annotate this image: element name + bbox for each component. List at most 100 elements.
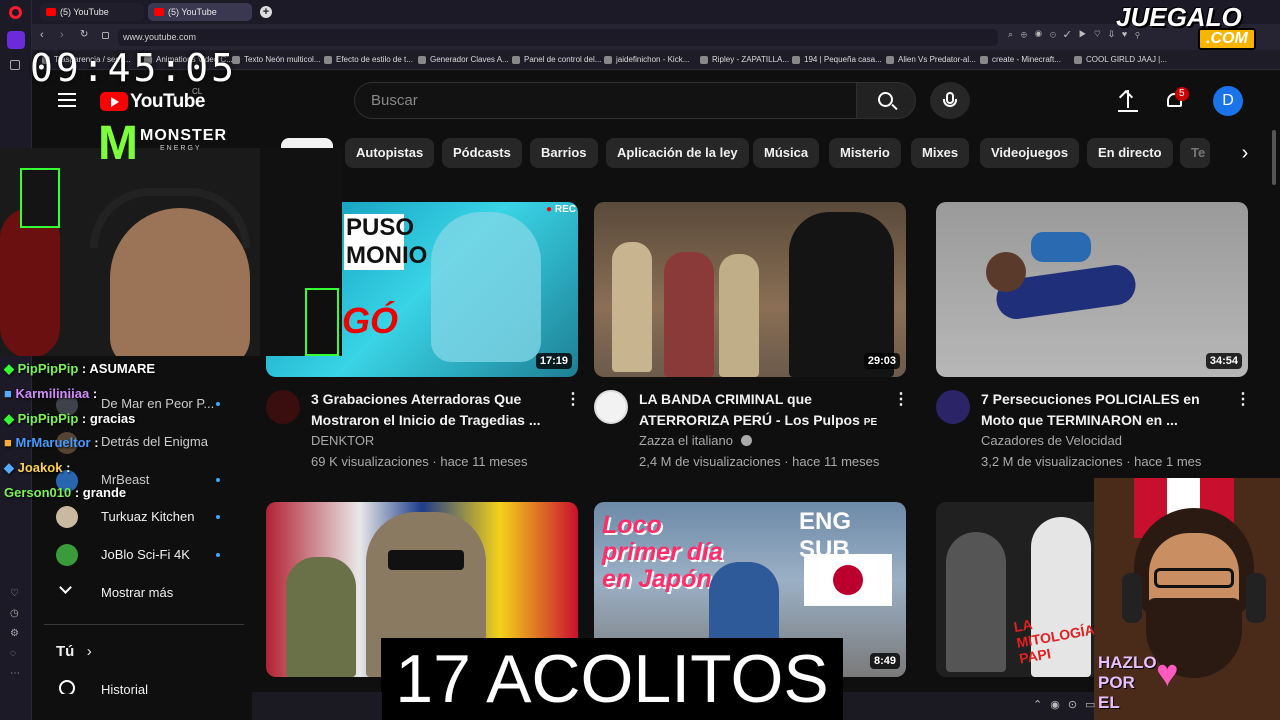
chip[interactable]: Autopistas bbox=[345, 138, 435, 168]
search-input[interactable]: Buscar bbox=[354, 82, 857, 119]
tab-title: (5) YouTube bbox=[60, 7, 109, 17]
lock-icon bbox=[102, 32, 109, 39]
streamer-avatar-art: HAZLO POR EL ♥ bbox=[1094, 478, 1280, 720]
forward-icon[interactable]: › bbox=[60, 29, 64, 41]
search-button[interactable] bbox=[856, 82, 916, 119]
chat-text: : bbox=[66, 460, 71, 475]
video-title[interactable]: LA BANDA CRIMINAL que ATERRORIZA PERÚ - … bbox=[639, 389, 889, 433]
video-channel[interactable]: Zazza el italiano bbox=[639, 433, 752, 448]
video-duration: 17:19 bbox=[535, 353, 572, 369]
more-options-icon[interactable]: ⋮ bbox=[893, 390, 909, 410]
bookmark[interactable]: Generador Claves A... bbox=[418, 53, 509, 67]
browser-tab[interactable]: (5) YouTube bbox=[40, 3, 144, 21]
avatar[interactable]: D bbox=[1213, 86, 1243, 116]
more-options-icon[interactable]: ⋮ bbox=[1235, 390, 1251, 410]
verified-icon bbox=[740, 435, 752, 446]
sidebar-item-history[interactable]: Historial bbox=[56, 680, 246, 694]
bookmark[interactable]: COOL GIRLD JAAJ |... bbox=[1074, 53, 1167, 67]
sidebar-item-label: Historial bbox=[101, 682, 148, 694]
video-thumbnail[interactable]: LA MITOLOGÍA PAPI bbox=[936, 502, 1096, 677]
lightbulb-icon[interactable]: ◌ bbox=[10, 648, 16, 659]
bookmark[interactable]: Panel de control del... bbox=[512, 53, 601, 67]
person-figure bbox=[1031, 232, 1091, 262]
video-channel[interactable]: DENKTOR bbox=[311, 433, 374, 448]
live-dot-icon bbox=[216, 515, 220, 519]
pin-icon[interactable] bbox=[10, 60, 20, 70]
video-title-tag: PE bbox=[863, 417, 878, 428]
rec-badge: ● REC bbox=[546, 204, 576, 215]
bookmark[interactable]: create - Minecraft... bbox=[980, 53, 1061, 67]
video-meta: 2,4 M de visualizaciones · hace 11 meses bbox=[639, 454, 880, 469]
workspace-icon[interactable] bbox=[7, 31, 25, 49]
video-title[interactable]: 7 Persecuciones POLICIALES en Moto que T… bbox=[981, 389, 1231, 431]
reload-icon[interactable]: ↻ bbox=[80, 29, 88, 40]
video-thumbnail[interactable]: 34:54 bbox=[936, 202, 1248, 377]
chip[interactable]: En directo bbox=[1087, 138, 1173, 168]
bookmark[interactable]: Alien Vs Predator-al... bbox=[886, 53, 976, 67]
new-tab-button[interactable]: + bbox=[260, 6, 272, 18]
chip[interactable]: Pódcasts bbox=[442, 138, 522, 168]
sidebar-item[interactable]: Turkuaz Kitchen bbox=[56, 505, 246, 529]
chip[interactable]: Videojuegos bbox=[980, 138, 1080, 168]
taskbar-strip bbox=[252, 692, 382, 720]
channel-avatar[interactable] bbox=[266, 390, 300, 424]
person-figure bbox=[719, 254, 759, 377]
chat-badge-icon: ■ bbox=[4, 386, 12, 401]
show-more-button[interactable]: Mostrar más bbox=[56, 581, 246, 605]
upload-button[interactable] bbox=[1118, 89, 1138, 112]
chip[interactable]: Te bbox=[1180, 138, 1210, 168]
video-meta: 3,2 M de visualizaciones · hace 1 mes bbox=[981, 454, 1202, 469]
channel-avatar bbox=[56, 544, 78, 566]
watermark-subtitle: .COM bbox=[1198, 28, 1256, 50]
back-icon[interactable]: ‹ bbox=[40, 29, 44, 41]
opera-logo-icon[interactable] bbox=[9, 6, 22, 19]
chat-user: Gerson010 bbox=[4, 485, 72, 500]
chip[interactable]: Música bbox=[753, 138, 820, 168]
channel-avatar bbox=[56, 506, 78, 528]
more-options-icon[interactable]: ⋮ bbox=[565, 390, 581, 410]
channel-avatar[interactable] bbox=[936, 390, 970, 424]
tab-strip: (5) YouTube (5) YouTube + bbox=[32, 0, 1280, 24]
chat-text: : grande bbox=[74, 485, 127, 500]
bookmark[interactable]: Efecto de estilo de t... bbox=[324, 53, 413, 67]
chat-overlay: ◆ PipPipPip : ASUMARE ■ Karmiliniiaa : ◆… bbox=[0, 356, 252, 506]
settings-icon[interactable]: ⚙ bbox=[10, 628, 19, 639]
sidebar-item[interactable]: JoBlo Sci-Fi 4K bbox=[56, 543, 246, 567]
video-title[interactable]: 3 Grabaciones Aterradoras Que Mostraron … bbox=[311, 389, 561, 431]
voice-search-button[interactable] bbox=[930, 82, 970, 119]
chip[interactable]: Aplicación de la ley bbox=[606, 138, 749, 168]
chip[interactable]: Barrios bbox=[530, 138, 598, 168]
avatar-caption: HAZLO POR EL bbox=[1098, 653, 1157, 712]
chat-user: MrMarueltor bbox=[15, 435, 91, 450]
chat-text: : bbox=[94, 435, 99, 450]
bookmark[interactable]: Texto Neón multicol... bbox=[232, 53, 320, 67]
chip[interactable]: Mixes bbox=[911, 138, 970, 168]
bookmark[interactable]: jaidefinichon - Kick... bbox=[604, 53, 689, 67]
chip[interactable]: Misterio bbox=[829, 138, 901, 168]
you-section-header[interactable]: Tú › bbox=[56, 643, 246, 665]
scrollbar[interactable] bbox=[1272, 130, 1276, 185]
video-thumbnail[interactable]: 29:03 bbox=[594, 202, 906, 377]
history-icon[interactable]: ◷ bbox=[10, 608, 19, 619]
tab-title: (5) YouTube bbox=[168, 7, 217, 17]
webcam-feed bbox=[0, 148, 342, 356]
glasses-shape bbox=[388, 550, 464, 570]
chat-message: ◆ PipPipPip : gracias bbox=[4, 411, 135, 427]
chat-message: ◆ Joakok : bbox=[4, 460, 70, 476]
tray-icons[interactable]: ⌃◉⊙▭ bbox=[1033, 698, 1103, 711]
chat-user: PipPipPip bbox=[17, 361, 79, 376]
more-icon[interactable]: ⋯ bbox=[10, 668, 20, 679]
video-channel[interactable]: Cazadores de Velocidad bbox=[981, 433, 1122, 448]
heart-icon[interactable]: ♡ bbox=[10, 588, 19, 599]
notifications-button[interactable]: 5 bbox=[1164, 87, 1189, 112]
url-field[interactable]: www.youtube.com bbox=[118, 29, 998, 46]
glasses-shape bbox=[1154, 568, 1234, 588]
bookmark[interactable]: Ripley - ZAPATILLA... bbox=[700, 53, 789, 67]
chips-next-icon[interactable]: › bbox=[1232, 140, 1258, 166]
browser-tab-active[interactable]: (5) YouTube bbox=[148, 3, 252, 21]
person-figure bbox=[946, 532, 1006, 672]
channel-avatar[interactable] bbox=[594, 390, 628, 424]
menu-icon[interactable] bbox=[58, 93, 76, 107]
thumbnail-caption: PUSO MONIO bbox=[344, 214, 428, 270]
bookmark[interactable]: 194 | Pequeña casa... bbox=[792, 53, 882, 67]
